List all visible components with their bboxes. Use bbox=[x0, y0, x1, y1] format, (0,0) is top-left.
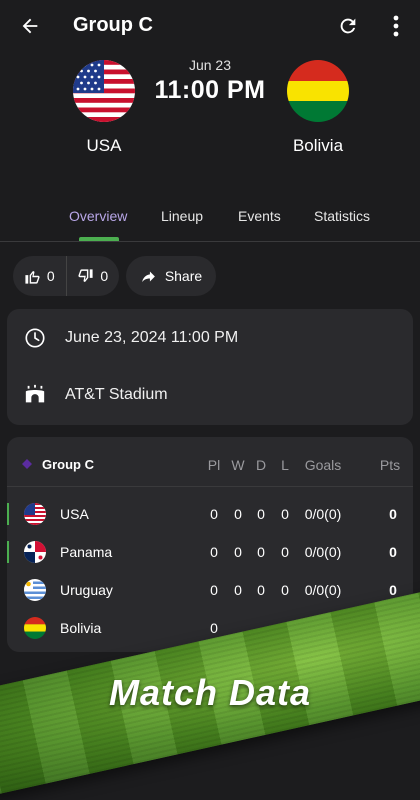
goals: 0/0(0) bbox=[304, 582, 342, 598]
points: 0 bbox=[389, 506, 397, 522]
dislike-button[interactable]: 0 bbox=[67, 256, 120, 296]
back-button[interactable] bbox=[16, 12, 44, 40]
col-drawn: D bbox=[255, 457, 267, 473]
away-team-name: Bolivia bbox=[292, 136, 344, 155]
col-points: Pts bbox=[379, 457, 401, 473]
won: 0 bbox=[234, 582, 242, 598]
datetime-row: June 23, 2024 11:00 PM bbox=[7, 316, 413, 360]
clock-icon bbox=[23, 326, 47, 350]
drawn: 0 bbox=[257, 544, 265, 560]
drawn: 0 bbox=[257, 506, 265, 522]
played: 0 bbox=[210, 544, 218, 560]
stadium-icon bbox=[23, 383, 47, 407]
venue-row: AT&T Stadium bbox=[7, 373, 413, 417]
goals: 0/0(0) bbox=[304, 544, 342, 560]
app-bar: Group C bbox=[0, 0, 420, 54]
col-played: Pl bbox=[207, 457, 221, 473]
share-label: Share bbox=[164, 268, 203, 284]
venue-name: AT&T Stadium bbox=[65, 386, 168, 403]
match-date: Jun 23 bbox=[188, 57, 232, 73]
tab-overview[interactable]: Overview bbox=[69, 208, 127, 224]
standings-header: Group C Pl W D L Goals Pts bbox=[7, 437, 413, 487]
won: 0 bbox=[234, 506, 242, 522]
played: 0 bbox=[210, 506, 218, 522]
banner-text: Match Data bbox=[108, 672, 312, 713]
col-goals: Goals bbox=[304, 457, 342, 473]
match-tabs: Overview Lineup Events Statistics bbox=[0, 196, 420, 242]
vote-group: 0 0 bbox=[13, 256, 119, 296]
played: 0 bbox=[210, 582, 218, 598]
dislike-count: 0 bbox=[100, 268, 109, 284]
bolivia-flag-icon bbox=[24, 617, 46, 639]
col-lost: L bbox=[281, 457, 289, 473]
drawn: 0 bbox=[257, 582, 265, 598]
like-button[interactable]: 0 bbox=[13, 256, 66, 296]
standings-group-name: Group C bbox=[42, 457, 94, 472]
team-name: Uruguay bbox=[60, 582, 113, 598]
played: 0 bbox=[210, 620, 218, 636]
lost: 0 bbox=[281, 506, 289, 522]
tab-lineup[interactable]: Lineup bbox=[161, 208, 203, 224]
tab-indicator bbox=[79, 237, 119, 241]
tab-events[interactable]: Events bbox=[238, 208, 281, 224]
share-icon bbox=[141, 271, 155, 282]
bolivia-flag-icon bbox=[287, 60, 349, 122]
share-button[interactable]: Share bbox=[126, 256, 216, 296]
thumbs-up-icon bbox=[25, 270, 40, 284]
group-badge-icon bbox=[22, 459, 32, 469]
panama-flag-icon bbox=[24, 541, 46, 563]
team-name: USA bbox=[60, 506, 89, 522]
like-count: 0 bbox=[46, 268, 55, 284]
match-info-card: June 23, 2024 11:00 PM AT&T Stadium bbox=[7, 309, 413, 425]
lost: 0 bbox=[281, 582, 289, 598]
col-won: W bbox=[231, 457, 245, 473]
match-datetime: June 23, 2024 11:00 PM bbox=[65, 329, 239, 346]
usa-flag-icon bbox=[24, 503, 46, 525]
more-options-button[interactable] bbox=[384, 12, 408, 40]
uruguay-flag-icon bbox=[24, 579, 46, 601]
usa-flag-icon bbox=[73, 60, 135, 122]
home-team-name: USA bbox=[86, 136, 122, 155]
team-name: Bolivia bbox=[60, 620, 102, 636]
goals: 0/0(0) bbox=[304, 506, 342, 522]
table-row[interactable]: Uruguay 0 0 0 0 0/0(0) 0 bbox=[7, 571, 413, 609]
table-row[interactable]: USA 0 0 0 0 0/0(0) 0 bbox=[7, 495, 413, 533]
more-vert-icon bbox=[393, 15, 399, 37]
lost: 0 bbox=[281, 544, 289, 560]
arrow-left-icon bbox=[22, 18, 38, 34]
points: 0 bbox=[389, 544, 397, 560]
away-team[interactable]: Bolivia bbox=[258, 60, 378, 156]
home-team[interactable]: USA bbox=[44, 60, 164, 156]
thumbs-down-icon bbox=[78, 268, 93, 282]
page-title: Group C bbox=[73, 14, 153, 36]
refresh-button[interactable] bbox=[334, 12, 362, 40]
qualification-marker bbox=[7, 541, 9, 563]
table-row[interactable]: Panama 0 0 0 0 0/0(0) 0 bbox=[7, 533, 413, 571]
won: 0 bbox=[234, 544, 242, 560]
team-name: Panama bbox=[60, 544, 113, 560]
refresh-icon bbox=[340, 18, 356, 34]
tab-statistics[interactable]: Statistics bbox=[314, 208, 370, 224]
qualification-marker bbox=[7, 503, 9, 525]
